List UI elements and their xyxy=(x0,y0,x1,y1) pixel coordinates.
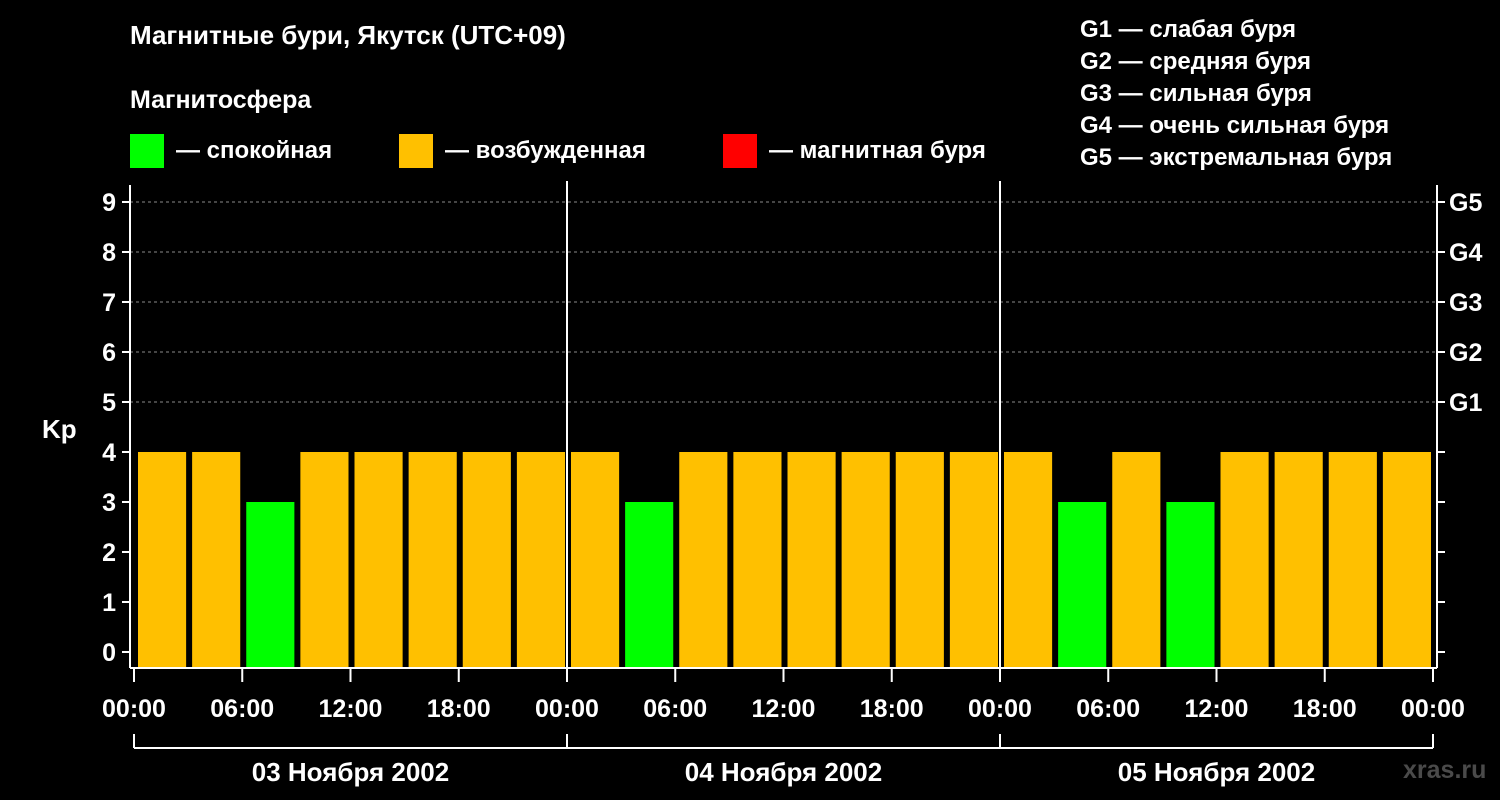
x-tick-label: 06:00 xyxy=(1076,695,1140,723)
x-tick-label: 06:00 xyxy=(210,695,274,723)
kp-bar xyxy=(408,452,457,668)
x-tick-label: 12:00 xyxy=(1185,695,1249,723)
kp-bar xyxy=(300,452,349,668)
x-tick-label: 12:00 xyxy=(752,695,816,723)
y-tick-label: 2 xyxy=(102,539,116,567)
kp-bar xyxy=(462,452,511,668)
day-label: 04 Ноября 2002 xyxy=(685,757,882,787)
kp-bar xyxy=(138,452,187,668)
kp-bar xyxy=(1382,452,1431,668)
g-tick-label: G5 xyxy=(1449,189,1482,217)
kp-bar xyxy=(1112,452,1161,668)
y-tick-label: 4 xyxy=(102,439,116,467)
kp-bar xyxy=(1328,452,1377,668)
y-tick-label: 8 xyxy=(102,239,116,267)
kp-bar xyxy=(354,452,403,668)
x-tick-label: 00:00 xyxy=(968,695,1032,723)
x-tick-label: 12:00 xyxy=(319,695,383,723)
y-tick-label: 5 xyxy=(102,389,116,417)
kp-bar xyxy=(1166,502,1215,668)
watermark: xras.ru xyxy=(1403,756,1487,784)
y-tick-label: 9 xyxy=(102,189,116,217)
y-tick-label: 6 xyxy=(102,339,116,367)
kp-bar xyxy=(1274,452,1323,668)
g-tick-label: G4 xyxy=(1449,239,1482,267)
y-axis-label: Kp xyxy=(42,414,77,444)
day-label: 03 Ноября 2002 xyxy=(252,757,449,787)
x-tick-label: 18:00 xyxy=(860,695,924,723)
x-tick-label: 00:00 xyxy=(535,695,599,723)
kp-bar xyxy=(895,452,944,668)
g-tick-label: G1 xyxy=(1449,389,1482,417)
kp-bar xyxy=(679,452,728,668)
y-tick-label: 0 xyxy=(102,639,116,667)
y-tick-label: 7 xyxy=(102,289,116,317)
y-tick-label: 3 xyxy=(102,489,116,517)
x-tick-label: 00:00 xyxy=(1401,695,1465,723)
kp-bar xyxy=(1058,502,1107,668)
kp-bar xyxy=(787,452,836,668)
g-tick-label: G3 xyxy=(1449,289,1482,317)
kp-bar-chart: 0 1 2 3 4 5 6 7 8 9 G1 G2 G3 G4 G5 Kp 00:00 06:00 12:00 18:… xyxy=(42,181,1482,787)
kp-bar xyxy=(733,452,782,668)
kp-bar xyxy=(841,452,890,668)
kp-bar xyxy=(949,452,998,668)
kp-bar xyxy=(192,452,241,668)
g-tick-label: G2 xyxy=(1449,339,1482,367)
x-tick-label: 06:00 xyxy=(643,695,707,723)
kp-bar xyxy=(625,502,674,668)
kp-bar xyxy=(1004,452,1053,668)
x-tick-label: 18:00 xyxy=(1293,695,1357,723)
day-label: 05 Ноября 2002 xyxy=(1118,757,1315,787)
x-tick-label: 00:00 xyxy=(102,695,166,723)
kp-bar xyxy=(571,452,620,668)
kp-bar xyxy=(516,452,565,668)
kp-bar xyxy=(1220,452,1269,668)
kp-bar xyxy=(246,502,295,668)
y-tick-label: 1 xyxy=(102,589,116,617)
x-tick-label: 18:00 xyxy=(427,695,491,723)
